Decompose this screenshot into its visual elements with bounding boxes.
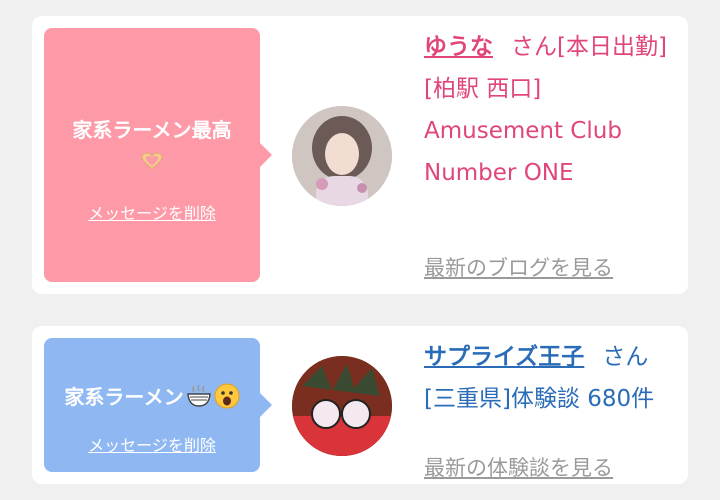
delete-message-link[interactable]: メッセージを削除 bbox=[44, 432, 260, 456]
message-bubble: 家系ラーメン メッセージを削除 bbox=[44, 338, 272, 472]
avatar[interactable] bbox=[292, 106, 392, 206]
message-card: 家系ラーメン メッセージを削除 サプライズ王子 さん [三重県]体験談 680件… bbox=[32, 326, 688, 484]
message-text: 家系ラーメン bbox=[64, 385, 184, 409]
delete-message-link[interactable]: メッセージを削除 bbox=[44, 200, 260, 224]
profile-info: サプライズ王子 さん [三重県]体験談 680件 最新の体験談を見る bbox=[424, 336, 674, 480]
heart-hands-icon bbox=[141, 152, 163, 170]
latest-review-link[interactable]: 最新の体験談を見る bbox=[424, 452, 613, 482]
profile-info: ゆうな さん[本日出勤] [柏駅 西口] Amusement Club Numbe… bbox=[424, 26, 674, 280]
avatar-photo bbox=[292, 106, 392, 206]
honorific: さん bbox=[511, 34, 557, 60]
shop-detail: [柏駅 西口] Amusement Club Number ONE bbox=[424, 76, 622, 186]
latest-blog-link[interactable]: 最新のブログを見る bbox=[424, 252, 613, 282]
message-row: 家系ラーメン bbox=[44, 381, 260, 410]
review-detail: [三重県]体験談 680件 bbox=[424, 386, 655, 412]
avatar-photo bbox=[292, 356, 392, 456]
profile-name-link[interactable]: サプライズ王子 bbox=[424, 344, 584, 370]
ramen-bowl-icon bbox=[186, 384, 211, 407]
message-bubble: 家系ラーメン最高 メッセージを削除 bbox=[44, 28, 272, 282]
status-label: [本日出勤] bbox=[557, 34, 667, 60]
message-card: 家系ラーメン最高 メッセージを削除 ゆうな さん[本日出勤] [柏駅 西口] Am… bbox=[32, 16, 688, 294]
honorific: さん bbox=[602, 344, 649, 370]
surprised-face-icon bbox=[214, 383, 240, 408]
avatar[interactable] bbox=[292, 356, 392, 456]
profile-name-link[interactable]: ゆうな bbox=[424, 34, 493, 60]
message-text: 家系ラーメン最高 bbox=[72, 118, 232, 142]
